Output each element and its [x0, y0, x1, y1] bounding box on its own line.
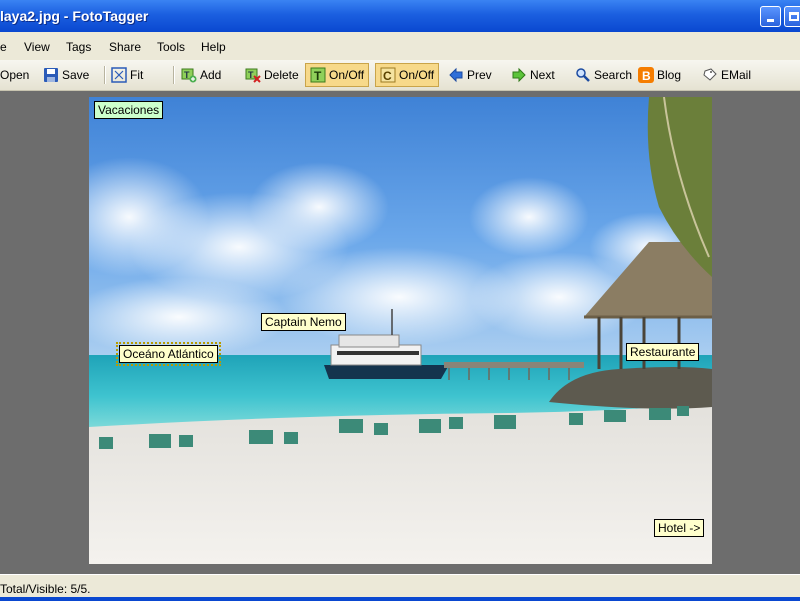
- add-label: Add: [200, 68, 222, 82]
- tag-vacaciones[interactable]: Vacaciones: [94, 101, 164, 119]
- add-tag-button[interactable]: T Add: [181, 63, 221, 87]
- window-title: laya2.jpg - FotoTagger: [0, 8, 149, 24]
- tag-hotel[interactable]: Hotel ->: [654, 519, 705, 537]
- menu-file[interactable]: e: [0, 40, 7, 54]
- maximize-icon: [789, 12, 799, 21]
- save-label: Save: [62, 68, 90, 82]
- open-label: Open: [0, 68, 30, 82]
- save-button[interactable]: Save: [43, 63, 89, 87]
- delete-tag-icon: T: [245, 67, 261, 83]
- svg-text:B: B: [642, 69, 651, 83]
- delete-tag-button[interactable]: T Delete: [245, 63, 299, 87]
- toggle-tags-button[interactable]: T On/Off: [305, 63, 370, 87]
- status-bar: Total/Visible: 5/5.: [0, 574, 800, 601]
- menu-help[interactable]: Help: [201, 40, 226, 54]
- fit-button[interactable]: Fit: [111, 63, 143, 87]
- tag-captain-nemo[interactable]: Captain Nemo: [261, 313, 346, 331]
- open-button[interactable]: Open: [0, 63, 29, 87]
- search-label: Search: [594, 68, 633, 82]
- fit-to-window-icon: [111, 67, 127, 83]
- toolbar-separator: [173, 66, 175, 84]
- status-text: Total/Visible: 5/5.: [0, 582, 91, 596]
- next-button[interactable]: Next: [511, 63, 555, 87]
- arrow-left-icon: [448, 67, 464, 83]
- svg-text:C: C: [383, 69, 392, 83]
- svg-text:T: T: [184, 70, 190, 80]
- title-bar[interactable]: laya2.jpg - FotoTagger: [0, 0, 800, 32]
- blog-label: Blog: [657, 68, 682, 82]
- toolbar: Open Save Fit T Add T Delete T On/Off C: [0, 60, 800, 91]
- arrow-right-icon: [511, 67, 527, 83]
- svg-text:T: T: [314, 69, 322, 83]
- clouds: [89, 157, 709, 357]
- window-bottom-border: [0, 597, 800, 601]
- tag-restaurante[interactable]: Restaurante: [626, 343, 700, 361]
- toggle-tags-label: On/Off: [329, 68, 365, 82]
- svg-text:T: T: [248, 70, 254, 80]
- menu-view[interactable]: View: [24, 40, 50, 54]
- blogger-icon: B: [638, 67, 654, 83]
- photo-canvas[interactable]: Vacaciones Oceáno Atlántico Captain Nemo…: [89, 97, 712, 564]
- prev-button[interactable]: Prev: [448, 63, 492, 87]
- tag-oceano-atlantico[interactable]: Oceáno Atlántico: [116, 342, 221, 366]
- menu-share[interactable]: Share: [109, 40, 141, 54]
- fit-label: Fit: [130, 68, 144, 82]
- toggle-comments-label: On/Off: [399, 68, 435, 82]
- delete-label: Delete: [264, 68, 299, 82]
- maximize-button[interactable]: [784, 6, 800, 27]
- add-tag-icon: T: [181, 67, 197, 83]
- tag-visibility-icon: T: [310, 67, 326, 83]
- menu-tools[interactable]: Tools: [157, 40, 185, 54]
- toggle-comments-button[interactable]: C On/Off: [375, 63, 440, 87]
- comment-visibility-icon: C: [380, 67, 396, 83]
- minimize-button[interactable]: [760, 6, 781, 27]
- beach-photo: [89, 97, 712, 564]
- menu-tags[interactable]: Tags: [66, 40, 91, 54]
- blog-button[interactable]: B Blog: [638, 63, 681, 87]
- toolbar-separator: [104, 66, 106, 84]
- next-label: Next: [530, 68, 555, 82]
- search-icon: [575, 67, 591, 83]
- floppy-disk-icon: [43, 67, 59, 83]
- search-button[interactable]: Search: [575, 63, 632, 87]
- menu-bar: e View Tags Share Tools Help: [0, 32, 800, 60]
- email-icon: [702, 67, 718, 83]
- email-label: EMail: [721, 68, 752, 82]
- prev-label: Prev: [467, 68, 492, 82]
- email-button[interactable]: EMail: [702, 63, 751, 87]
- minimize-icon: [767, 19, 774, 22]
